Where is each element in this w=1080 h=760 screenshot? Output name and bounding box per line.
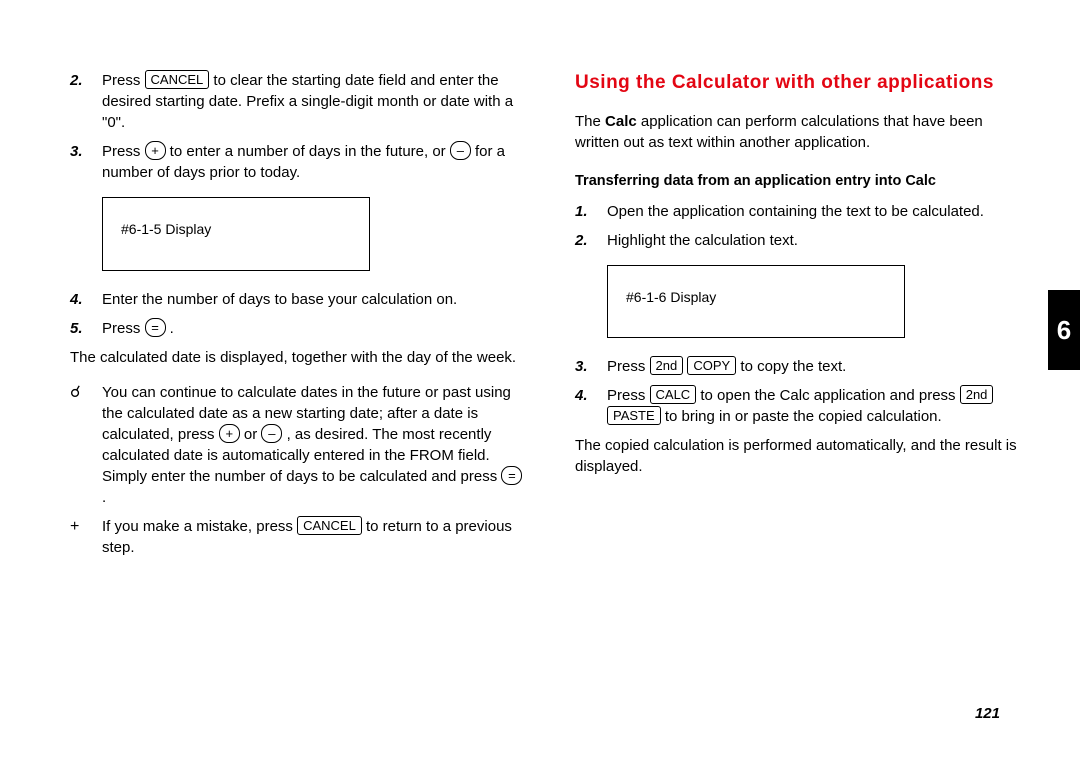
text: . [102, 489, 106, 506]
step-2: 2. Press CANCEL to clear the starting da… [70, 70, 525, 133]
key-calc: CALC [650, 385, 697, 404]
key-minus: – [261, 424, 282, 443]
key-equals: = [501, 466, 522, 485]
step-4: 4. Enter the number of days to base your… [70, 289, 525, 310]
chapter-tab: 6 [1048, 290, 1080, 370]
text: Press [607, 387, 650, 404]
plus-marker: + [70, 516, 102, 558]
step-number: 2. [70, 70, 102, 133]
step-number: 4. [575, 385, 607, 427]
key-minus: – [450, 141, 471, 160]
step-5: 5. Press = . [70, 318, 525, 339]
step-number: 1. [575, 201, 607, 222]
left-column: 2. Press CANCEL to clear the starting da… [70, 70, 525, 566]
step-body: Open the application containing the text… [607, 201, 1030, 222]
display-box-1: #6-1-5 Display [102, 197, 370, 271]
mistake-body: If you make a mistake, press CANCEL to r… [102, 516, 525, 558]
text: If you make a mistake, press [102, 518, 297, 535]
step-body: Enter the number of days to base your ca… [102, 289, 525, 310]
section-heading: Using the Calculator with other applicat… [575, 70, 1030, 97]
step-number: 3. [575, 356, 607, 377]
text: to enter a number of days in the future,… [166, 143, 450, 160]
text: Press [607, 358, 650, 375]
sub-heading: Transferring data from an application en… [575, 171, 1030, 191]
key-2nd: 2nd [650, 356, 684, 375]
bold-text: Calc [605, 113, 637, 130]
tip-row: ☌ You can continue to calculate dates in… [70, 382, 525, 508]
step-number: 5. [70, 318, 102, 339]
step-body: Press 2nd COPY to copy the text. [607, 356, 1030, 377]
text: or [240, 426, 262, 443]
tip-body: You can continue to calculate dates in t… [102, 382, 525, 508]
text: . [166, 320, 174, 337]
step-body: Press + to enter a number of days in the… [102, 141, 525, 183]
bulb-icon: ☌ [70, 382, 102, 508]
text: to open the Calc application and press [696, 387, 960, 404]
display-text: #6-1-5 Display [121, 221, 211, 237]
right-column: Using the Calculator with other applicat… [575, 70, 1030, 566]
text: Press [102, 320, 145, 337]
r-step-3: 3. Press 2nd COPY to copy the text. [575, 356, 1030, 377]
text: application can perform calculations tha… [575, 113, 983, 151]
closing-paragraph: The copied calculation is performed auto… [575, 435, 1030, 477]
key-copy: COPY [687, 356, 736, 375]
paragraph: The calculated date is displayed, togeth… [70, 347, 525, 368]
step-body: Highlight the calculation text. [607, 230, 1030, 251]
step-number: 4. [70, 289, 102, 310]
text: The [575, 113, 605, 130]
key-equals: = [145, 318, 166, 337]
text: Press [102, 72, 145, 89]
mistake-row: + If you make a mistake, press CANCEL to… [70, 516, 525, 558]
key-cancel: CANCEL [297, 516, 362, 535]
key-paste: PASTE [607, 406, 661, 425]
key-plus: + [219, 424, 240, 443]
intro-paragraph: The Calc application can perform calcula… [575, 111, 1030, 153]
key-plus: + [145, 141, 166, 160]
r-step-2: 2. Highlight the calculation text. [575, 230, 1030, 251]
step-number: 2. [575, 230, 607, 251]
step-body: Press = . [102, 318, 525, 339]
key-2nd: 2nd [960, 385, 994, 404]
step-body: Press CANCEL to clear the starting date … [102, 70, 525, 133]
text: to copy the text. [736, 358, 846, 375]
page-number: 121 [0, 703, 1080, 724]
step-number: 3. [70, 141, 102, 183]
display-text: #6-1-6 Display [626, 289, 716, 305]
step-body: Press CALC to open the Calc application … [607, 385, 1030, 427]
text: Press [102, 143, 145, 160]
r-step-1: 1. Open the application containing the t… [575, 201, 1030, 222]
text: to bring in or paste the copied calculat… [661, 408, 942, 425]
r-step-4: 4. Press CALC to open the Calc applicati… [575, 385, 1030, 427]
key-cancel: CANCEL [145, 70, 210, 89]
step-3: 3. Press + to enter a number of days in … [70, 141, 525, 183]
display-box-2: #6-1-6 Display [607, 265, 905, 339]
